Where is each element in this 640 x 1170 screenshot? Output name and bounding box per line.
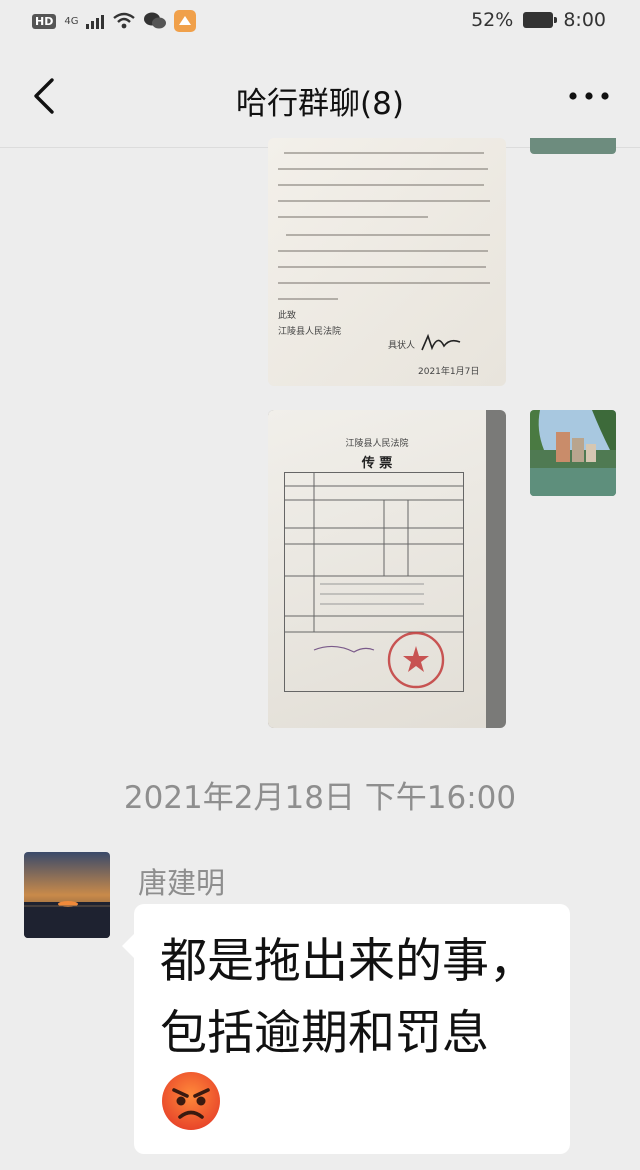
more-icon[interactable] [564, 74, 614, 118]
sender-name: 唐建明 [138, 866, 226, 900]
battery-percent: 52% [471, 9, 514, 31]
nav-bar: 哈行群聊(8) [0, 44, 640, 148]
summons-sheet: 江陵县人民法院 传 票 [268, 410, 486, 728]
message-bubble[interactable]: 都是拖出来的事， 包括逾期和罚息 [122, 904, 570, 1154]
doc-date: 2021年1月7日 [418, 367, 480, 377]
status-right: 52% 8:00 [471, 9, 606, 31]
clock: 8:00 [563, 9, 606, 31]
image-message-summons[interactable]: 江陵县人民法院 传 票 [268, 410, 506, 728]
wifi-icon [113, 12, 136, 29]
signal-icon [86, 13, 105, 29]
angry-face-icon [162, 1072, 220, 1130]
sender-avatar[interactable] [24, 852, 110, 938]
hd-badge: HD [32, 13, 57, 29]
summons-heading: 传 票 [361, 456, 393, 471]
my-avatar-partial[interactable] [530, 138, 616, 154]
status-bar: HD 4G 52% 8:00 [0, 0, 640, 44]
wechat-icon [144, 12, 167, 29]
message-timestamp: 2021年2月18日 下午16:00 [123, 780, 517, 816]
doc-sign-label: 具状人 [388, 341, 416, 351]
message-text: 都是拖出来的事， 包括逾期和罚息 [160, 926, 560, 1070]
message-line-2: 包括逾期和罚息 [160, 1006, 489, 1061]
red-court-seal [387, 631, 445, 689]
app-notification-icon [174, 10, 197, 32]
battery-icon [523, 12, 558, 28]
network-type: 4G [64, 15, 79, 27]
chat-title: 哈行群聊(8) [236, 86, 404, 122]
status-left: HD 4G [32, 10, 197, 32]
summons-court: 江陵县人民法院 [345, 439, 409, 449]
message-line-1: 都是拖出来的事， [160, 934, 536, 989]
doc-court-name: 江陵县人民法院 [278, 327, 342, 337]
image-message-document[interactable]: 此致 江陵县人民法院 具状人 2021年1月7日 [268, 138, 506, 386]
signature-mark [421, 333, 461, 351]
my-avatar[interactable] [530, 410, 616, 496]
